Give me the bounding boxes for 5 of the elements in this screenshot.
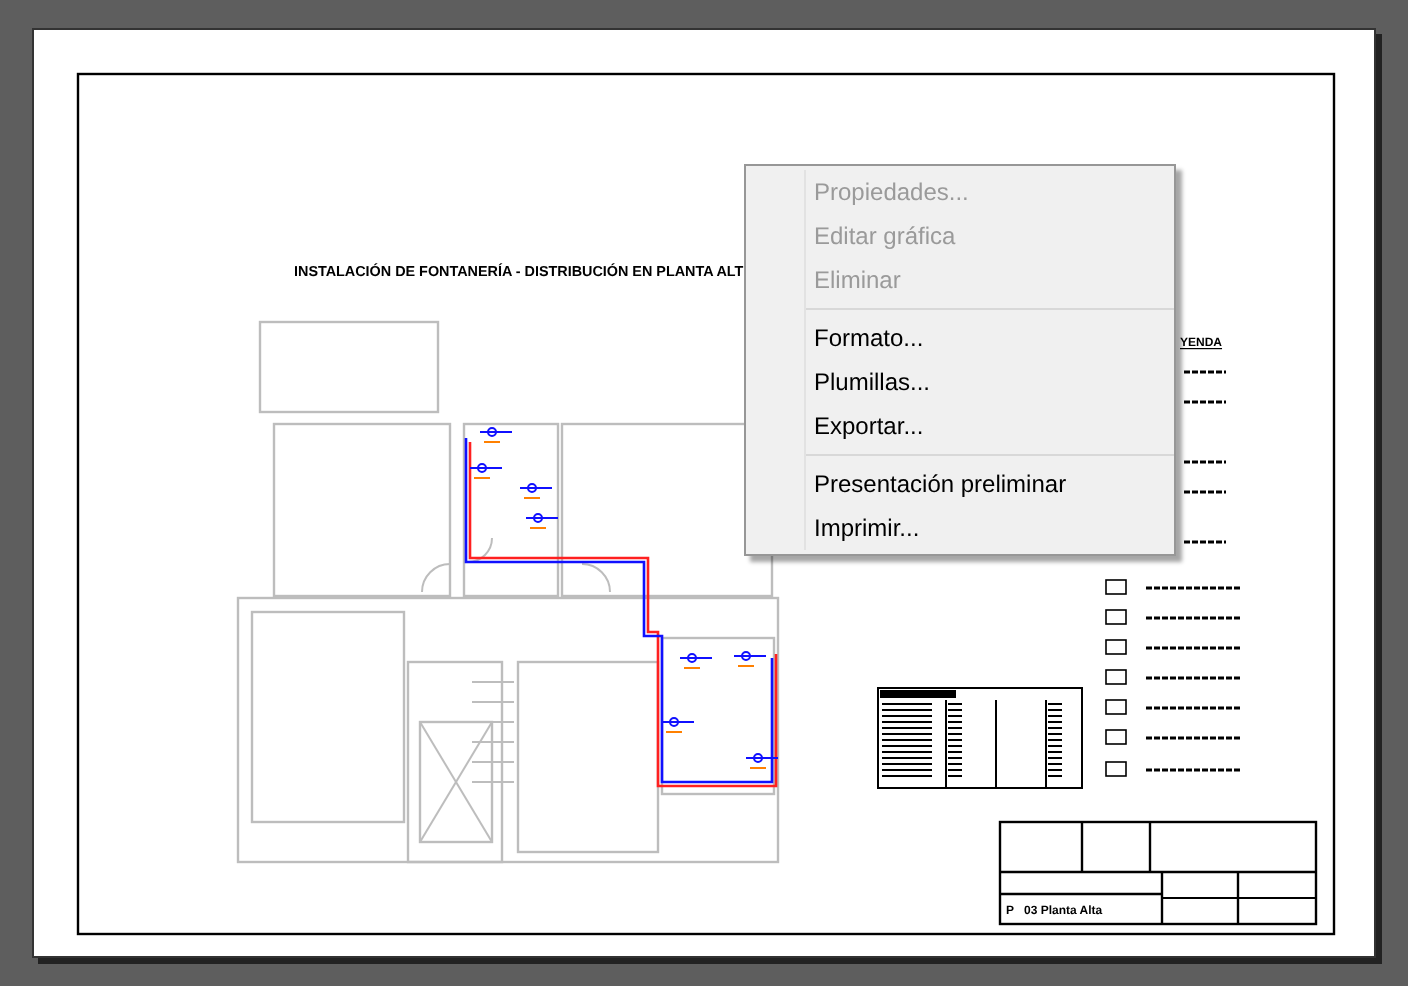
menu-item[interactable]: Imprimir... [806, 506, 1174, 550]
menu-item[interactable]: Plumillas... [806, 360, 1174, 404]
menu-item[interactable]: Exportar... [806, 404, 1174, 448]
menu-item[interactable]: Presentación preliminar [806, 462, 1174, 506]
menu-item[interactable]: Formato... [806, 316, 1174, 360]
